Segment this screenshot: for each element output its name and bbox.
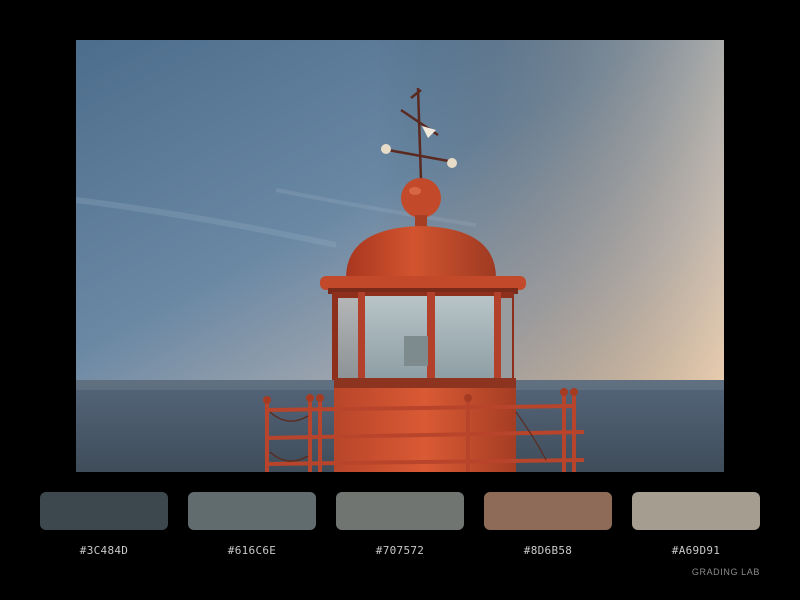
palette-label-4: #8D6B58 [523,544,573,557]
palette-label-5: #A69D91 [671,544,721,557]
lighthouse-photo [76,40,724,472]
palette-swatch-5[interactable] [632,492,760,530]
palette-label-1: #3C484D [79,544,129,557]
palette-swatch-2[interactable] [188,492,316,530]
palette-label-3: #707572 [375,544,425,557]
palette-swatch-1[interactable] [40,492,168,530]
palette-swatch-4[interactable] [484,492,612,530]
palette-swatch-3[interactable] [336,492,464,530]
lighthouse-illustration [76,40,724,472]
brand-name: GRADING LAB [691,567,760,577]
palette-label-2: #616C6E [227,544,277,557]
